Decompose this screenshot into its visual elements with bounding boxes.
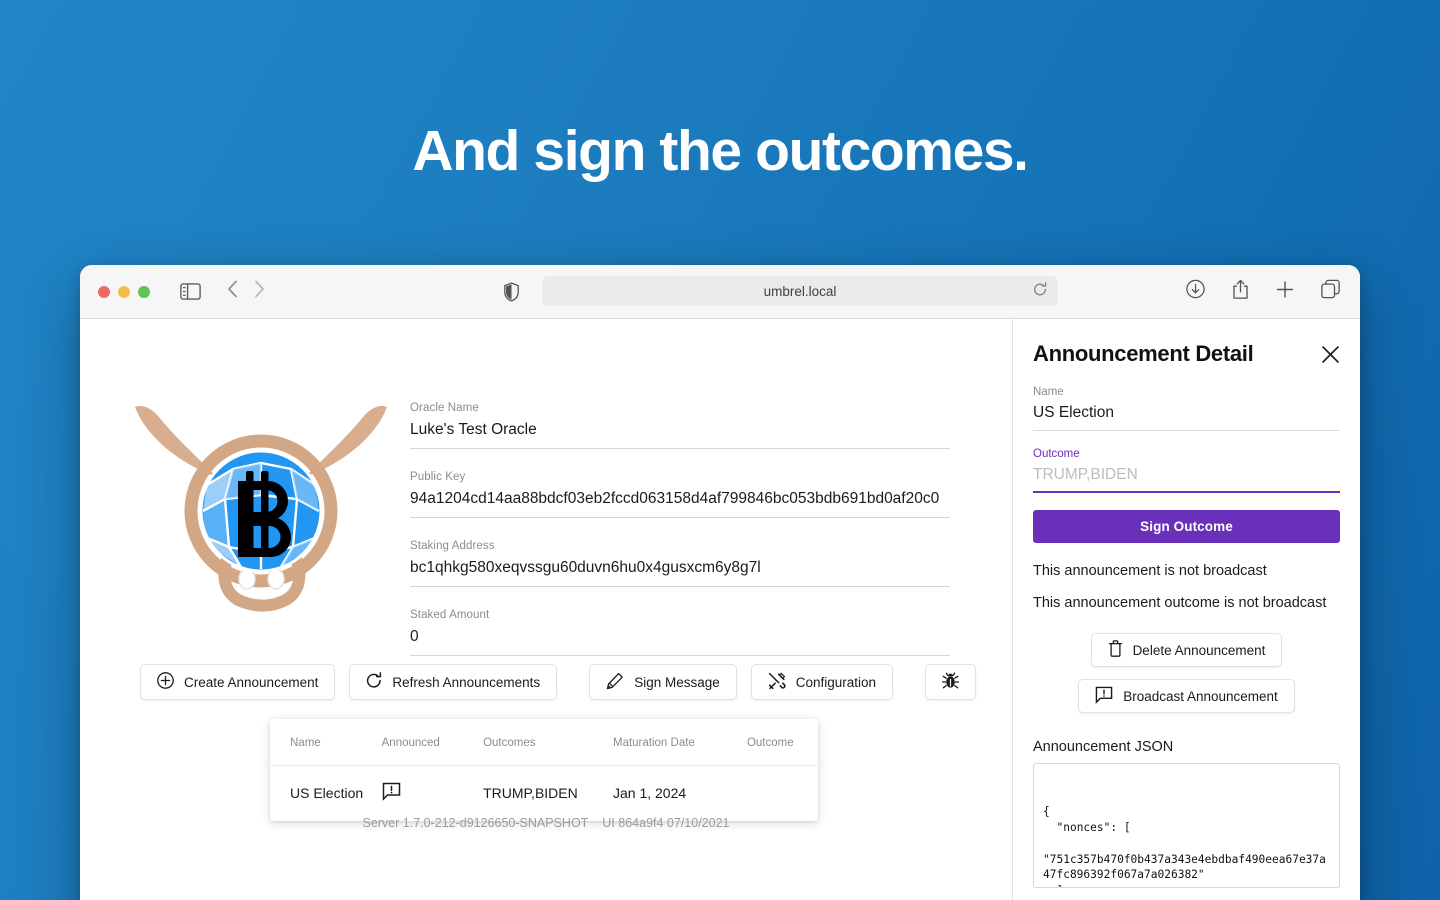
browser-window: umbrel.local Oracle Name Luke's Test Ora…: [80, 265, 1360, 900]
sign-outcome-button[interactable]: Sign Outcome: [1033, 510, 1340, 543]
field-oracle-name: Oracle Name Luke's Test Oracle: [410, 402, 950, 449]
page-title: And sign the outcomes.: [412, 119, 1029, 183]
privacy-shield-icon[interactable]: [504, 282, 519, 301]
back-chevron-icon[interactable]: [227, 280, 238, 303]
reload-icon[interactable]: [1033, 282, 1047, 300]
cell-announced: [382, 766, 483, 822]
panel-title: Announcement Detail: [1033, 341, 1254, 366]
announcement-icon: [382, 782, 401, 804]
detail-outcome-field: Outcome TRUMP,BIDEN: [1033, 448, 1340, 493]
button-label: Configuration: [795, 674, 877, 690]
announcement-json-text: { "nonces": [ "751c357b470f0b437a343e4eb…: [1043, 804, 1326, 887]
navigation-buttons: [227, 280, 265, 303]
bug-icon: [942, 672, 960, 693]
close-icon[interactable]: [1321, 345, 1340, 364]
main-content: Oracle Name Luke's Test Oracle Public Ke…: [80, 319, 1012, 900]
configuration-button[interactable]: Configuration: [750, 664, 894, 700]
plus-circle-icon: [157, 672, 174, 692]
sign-message-button[interactable]: Sign Message: [589, 664, 737, 700]
announcement-json-viewer[interactable]: { "nonces": [ "751c357b470f0b437a343e4eb…: [1033, 763, 1340, 888]
column-header-announced: Announced: [381, 719, 484, 766]
browser-titlebar: umbrel.local: [80, 265, 1360, 319]
bitcoin-s-bull-logo: [125, 399, 397, 614]
version-footer: Server 1.7.0-212-d9126650-SNAPSHOT UI 864…: [80, 816, 1012, 830]
pencil-icon: [606, 672, 624, 693]
plus-icon[interactable]: [1276, 280, 1294, 303]
sidebar-toggle-icon[interactable]: [180, 283, 201, 300]
field-label: Public Key: [410, 471, 466, 483]
delete-announcement-button[interactable]: Delete Announcement: [1090, 633, 1283, 667]
announcement-icon: [1095, 686, 1113, 707]
announcement-broadcast-status: This announcement is not broadcast: [1033, 563, 1267, 579]
tools-icon: [768, 672, 786, 693]
detail-outcome-input[interactable]: TRUMP,BIDEN: [1033, 466, 1340, 493]
field-public-key: Public Key 94a1204cd14aa88bdcf03eb2fccd0…: [410, 471, 950, 518]
announcement-detail-panel: Announcement Detail Name US Election Out…: [1012, 319, 1360, 900]
announcements-table: Name Announced Outcomes Maturation Date …: [270, 719, 818, 821]
url-text: umbrel.local: [763, 283, 837, 299]
table-header-row: Name Announced Outcomes Maturation Date …: [270, 719, 818, 766]
oracle-name-value[interactable]: Luke's Test Oracle: [410, 421, 950, 449]
maximize-window-button[interactable]: [138, 285, 150, 298]
cell-outcomes: TRUMP,BIDEN: [483, 785, 578, 801]
button-label: Sign Message: [634, 674, 720, 690]
forward-chevron-icon[interactable]: [254, 280, 265, 303]
oracle-info-form: Oracle Name Luke's Test Oracle Public Ke…: [410, 402, 950, 678]
browser-toolbar-right: [1186, 279, 1340, 304]
cell-name: US Election: [290, 785, 364, 801]
detail-name-value[interactable]: US Election: [1033, 404, 1340, 431]
server-version: Server 1.7.0-212-d9126650-SNAPSHOT: [362, 816, 589, 830]
field-label: Staked Amount: [410, 609, 490, 621]
column-header-outcomes: Outcomes: [483, 719, 613, 766]
detail-name-label: Name: [1033, 386, 1064, 398]
window-controls: [98, 285, 150, 298]
download-icon[interactable]: [1186, 279, 1205, 304]
column-header-maturation-date: Maturation Date: [612, 719, 747, 766]
staked-amount-value[interactable]: 0: [410, 628, 950, 656]
detail-name-field: Name US Election: [1033, 386, 1340, 431]
panel-header: Announcement Detail: [1033, 341, 1340, 367]
detail-action-buttons: Delete Announcement Broadcast Announceme…: [1033, 633, 1340, 713]
minimize-window-button[interactable]: [118, 285, 130, 298]
cell-maturation-date: Jan 1, 2024: [612, 785, 687, 801]
refresh-icon: [366, 672, 382, 692]
create-announcement-button[interactable]: Create Announcement: [140, 664, 336, 700]
button-label: Delete Announcement: [1132, 642, 1266, 658]
cell-outcome: [747, 766, 818, 822]
field-label: Oracle Name: [410, 402, 479, 414]
detail-outcome-label: Outcome: [1033, 448, 1080, 460]
column-header-outcome: Outcome: [746, 719, 818, 766]
field-label: Staking Address: [410, 540, 495, 552]
debug-button[interactable]: [925, 664, 977, 700]
tab-overview-icon[interactable]: [1321, 279, 1340, 304]
broadcast-announcement-button[interactable]: Broadcast Announcement: [1078, 679, 1295, 713]
button-label: Broadcast Announcement: [1123, 688, 1278, 704]
ui-version: UI 864a9f4 07/10/2021: [602, 816, 730, 830]
share-icon[interactable]: [1232, 279, 1249, 304]
url-bar[interactable]: umbrel.local: [542, 276, 1058, 306]
announcement-json-title: Announcement JSON: [1033, 739, 1174, 755]
public-key-value[interactable]: 94a1204cd14aa88bdcf03eb2fccd063158d4af79…: [410, 490, 950, 518]
field-staked-amount: Staked Amount 0: [410, 609, 950, 656]
close-window-button[interactable]: [98, 285, 110, 298]
table-row[interactable]: US Election TRUMP,BIDEN Jan 1, 2024: [270, 766, 818, 822]
button-label: Create Announcement: [184, 674, 319, 690]
outcome-broadcast-status: This announcement outcome is not broadca…: [1033, 595, 1327, 611]
column-header-name: Name: [270, 719, 382, 766]
button-label: Refresh Announcements: [392, 674, 541, 690]
action-button-row: Create Announcement Refresh Announcement…: [140, 664, 977, 700]
refresh-announcements-button[interactable]: Refresh Announcements: [349, 664, 558, 700]
field-staking-address: Staking Address bc1qhkg580xeqvssgu60duvn…: [410, 540, 950, 587]
staking-address-value[interactable]: bc1qhkg580xeqvssgu60duvn6hu0x4gusxcm6y8g…: [410, 559, 950, 587]
page-viewport: Oracle Name Luke's Test Oracle Public Ke…: [80, 319, 1360, 900]
trash-icon: [1108, 640, 1123, 660]
